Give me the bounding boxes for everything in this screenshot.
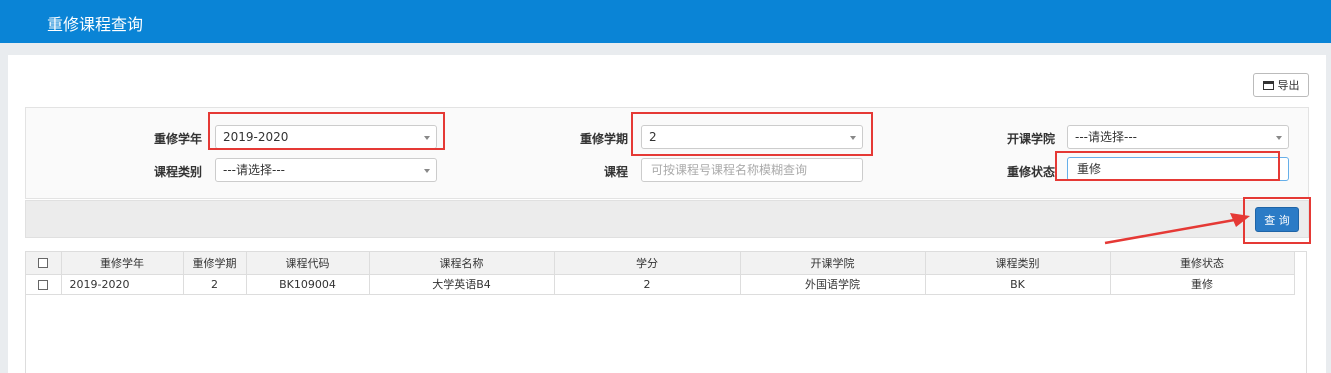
page-title: 重修课程查询 bbox=[47, 15, 144, 34]
column-header[interactable]: 重修学年 bbox=[61, 252, 184, 275]
column-header[interactable]: 课程类别 bbox=[925, 252, 1111, 275]
status-label: 重修状态 bbox=[1006, 165, 1055, 179]
query-highlight bbox=[1243, 197, 1311, 244]
cell-credit: 2 bbox=[554, 274, 741, 295]
college-select[interactable]: ---请选择--- bbox=[1067, 125, 1289, 149]
cell-term: 2 bbox=[183, 274, 247, 295]
column-header[interactable]: 课程代码 bbox=[246, 252, 370, 275]
arrow-annotation bbox=[1104, 213, 1250, 245]
chevron-down-icon bbox=[424, 169, 430, 173]
cell-name: 大学英语B4 bbox=[369, 274, 555, 295]
term-label: 重修学期 bbox=[579, 132, 628, 146]
category-value: ---请选择--- bbox=[223, 163, 285, 177]
category-select[interactable]: ---请选择--- bbox=[215, 158, 437, 182]
select-all-cell bbox=[26, 252, 62, 275]
column-header[interactable]: 学分 bbox=[554, 252, 741, 275]
course-input[interactable]: 可按课程号课程名称模糊查询 bbox=[641, 158, 863, 182]
category-label: 课程类别 bbox=[153, 165, 202, 179]
course-label: 课程 bbox=[603, 165, 628, 179]
college-value: ---请选择--- bbox=[1075, 130, 1137, 144]
column-header[interactable]: 课程名称 bbox=[369, 252, 555, 275]
cell-status: 重修 bbox=[1110, 274, 1295, 295]
results-grid: 重修学年 重修学期 课程代码 课程名称 学分 开课学院 课程类别 重修状态 20… bbox=[25, 251, 1307, 373]
export-icon bbox=[1262, 80, 1274, 90]
results-table: 重修学年 重修学期 课程代码 课程名称 学分 开课学院 课程类别 重修状态 20… bbox=[26, 252, 1295, 295]
table-row[interactable]: 2019-2020 2 BK109004 大学英语B4 2 外国语学院 BK 重… bbox=[26, 274, 1295, 295]
row-select-cell bbox=[26, 274, 62, 295]
cell-year: 2019-2020 bbox=[61, 274, 184, 295]
export-label: 导出 bbox=[1277, 79, 1300, 92]
chevron-down-icon bbox=[1276, 136, 1282, 140]
year-label: 重修学年 bbox=[153, 132, 202, 146]
row-checkbox[interactable] bbox=[38, 279, 49, 290]
year-highlight bbox=[208, 112, 445, 150]
export-button[interactable]: 导出 bbox=[1253, 73, 1309, 97]
select-all-checkbox[interactable] bbox=[38, 258, 49, 269]
column-header[interactable]: 开课学院 bbox=[740, 252, 926, 275]
cell-category: BK bbox=[925, 274, 1111, 295]
cell-code: BK109004 bbox=[246, 274, 370, 295]
table-header-row: 重修学年 重修学期 课程代码 课程名称 学分 开课学院 课程类别 重修状态 bbox=[26, 252, 1295, 275]
cell-college: 外国语学院 bbox=[740, 274, 926, 295]
column-header[interactable]: 重修状态 bbox=[1110, 252, 1295, 275]
college-label: 开课学院 bbox=[1006, 132, 1055, 146]
column-header[interactable]: 重修学期 bbox=[183, 252, 247, 275]
page-header: 重修课程查询 bbox=[0, 0, 1331, 43]
status-highlight bbox=[1055, 151, 1280, 181]
term-highlight bbox=[631, 112, 873, 156]
